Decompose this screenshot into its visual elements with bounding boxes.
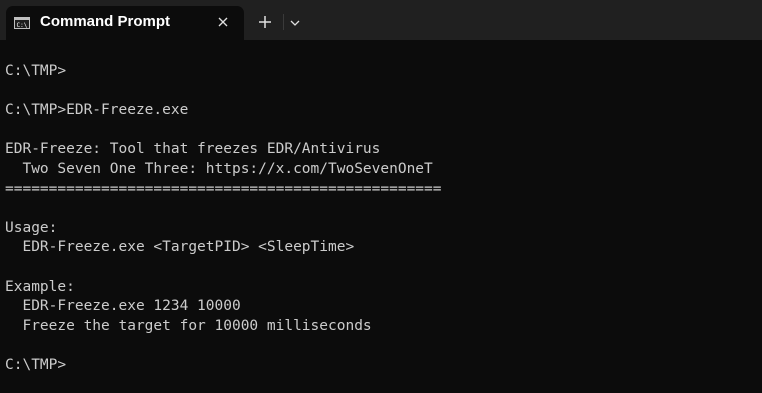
terminal-line: EDR-Freeze.exe 1234 10000: [5, 298, 241, 315]
terminal-line: C:\TMP>: [5, 63, 67, 79]
chevron-down-icon[interactable]: [288, 16, 302, 28]
terminal-output[interactable]: C:\TMP> C:\TMP>EDR-Freeze.exe EDR-Freeze…: [0, 40, 762, 393]
tab-command-prompt[interactable]: C:\ Command Prompt: [6, 6, 244, 40]
close-icon[interactable]: [214, 13, 232, 31]
terminal-line: Usage:: [5, 219, 58, 236]
terminal-line: EDR-Freeze.exe <TargetPID> <SleepTime>: [5, 239, 355, 256]
title-bar: C:\ Command Prompt: [0, 0, 762, 40]
terminal-window: C:\ Command Prompt C:\TMP> C:\TMP>EDR-Fr…: [0, 0, 762, 393]
terminal-line: ========================================…: [5, 180, 442, 197]
terminal-line: Two Seven One Three: https://x.com/TwoSe…: [5, 160, 433, 177]
plus-icon[interactable]: [256, 13, 274, 31]
terminal-prompt: C:\TMP>: [5, 356, 67, 373]
terminal-line: C:\TMP>EDR-Freeze.exe: [5, 102, 189, 119]
titlebar-divider: [283, 14, 284, 30]
terminal-line: EDR-Freeze: Tool that freezes EDR/Antivi…: [5, 141, 381, 158]
terminal-line: Example:: [5, 278, 75, 295]
svg-text:C:\: C:\: [17, 22, 28, 29]
tab-title: Command Prompt: [40, 13, 171, 30]
cmd-icon: C:\: [14, 16, 30, 29]
terminal-line: Freeze the target for 10000 milliseconds: [5, 317, 372, 334]
